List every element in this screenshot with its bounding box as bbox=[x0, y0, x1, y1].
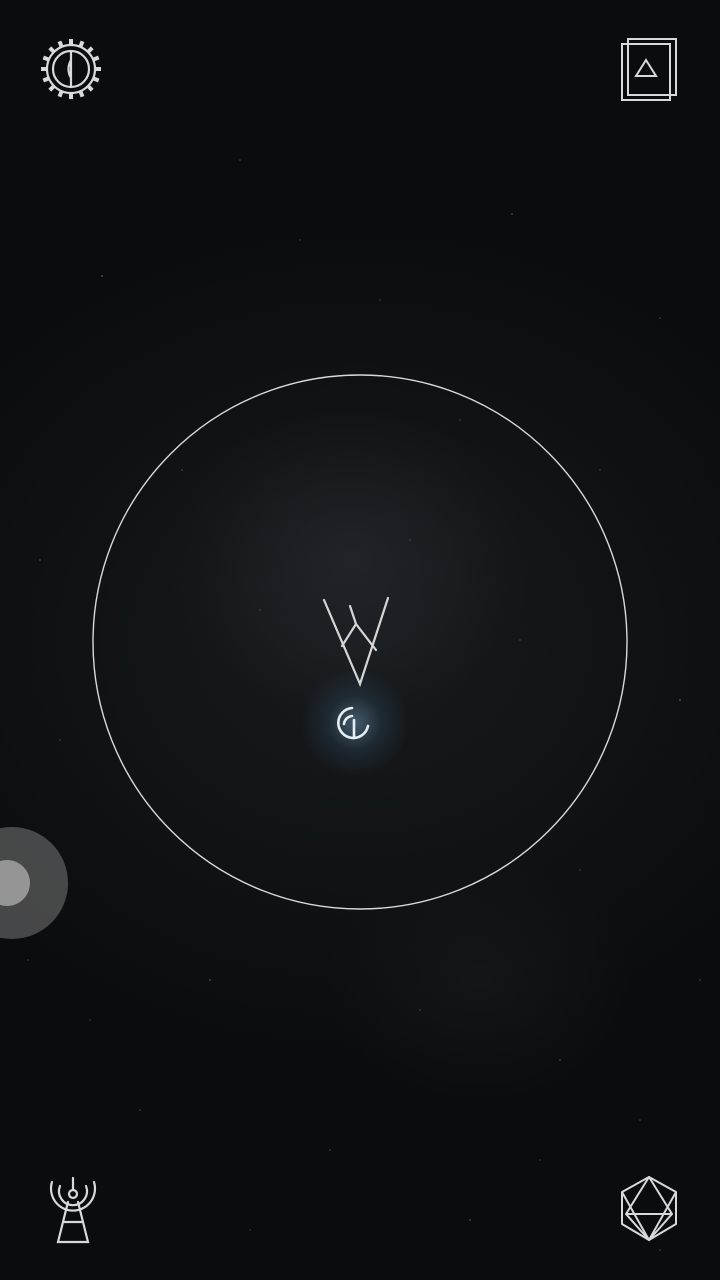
polyhedron-icon bbox=[621, 1176, 677, 1241]
card-deck-triangle-icon bbox=[621, 38, 677, 101]
crescent-rune-icon bbox=[337, 706, 370, 740]
polyhedron-button[interactable] bbox=[614, 1172, 684, 1242]
joystick-knob[interactable] bbox=[0, 860, 30, 906]
deck-button[interactable] bbox=[614, 34, 684, 104]
settings-button[interactable] bbox=[36, 34, 106, 104]
game-screen bbox=[0, 0, 720, 1280]
settings-gear-icon bbox=[41, 39, 101, 99]
chevron-ship-icon bbox=[322, 596, 390, 688]
signal-tower-icon bbox=[49, 1176, 97, 1244]
tower-button[interactable] bbox=[38, 1172, 108, 1244]
